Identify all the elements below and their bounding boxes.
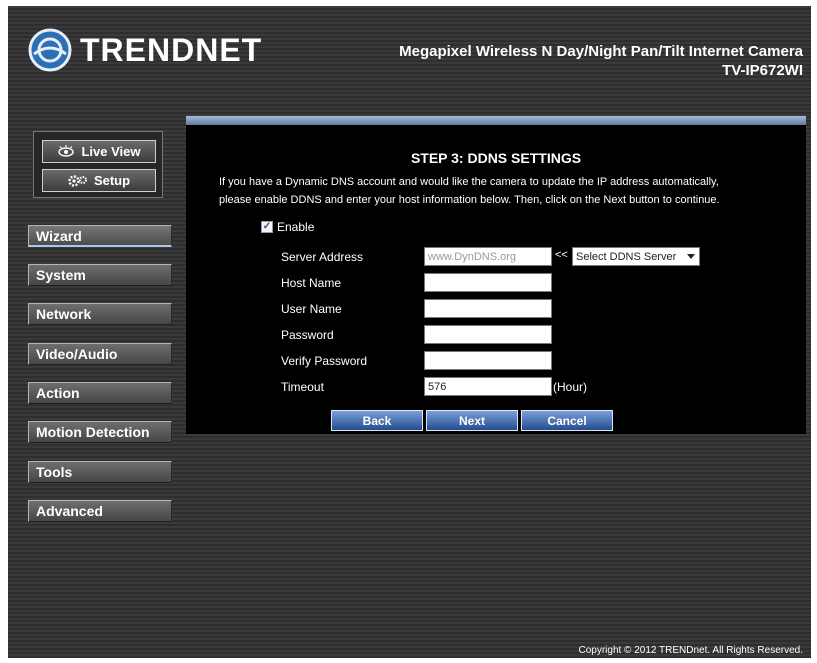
- product-model: TV-IP672WI: [722, 62, 803, 79]
- nav-motion-detection[interactable]: Motion Detection: [28, 421, 172, 443]
- description-line-2: please enable DDNS and enter your host i…: [219, 194, 720, 206]
- timeout-unit: (Hour): [553, 380, 588, 394]
- nav-video-audio[interactable]: Video/Audio: [28, 343, 172, 365]
- gears-icon: [68, 174, 87, 187]
- password-label: Password: [281, 328, 334, 342]
- verify-password-label: Verify Password: [281, 354, 368, 368]
- nav-system[interactable]: System: [28, 264, 172, 286]
- enable-ddns-row: ✓ Enable: [261, 220, 314, 234]
- user-name-input[interactable]: [424, 299, 552, 318]
- trendnet-logo-icon: [28, 28, 72, 72]
- enable-ddns-checkbox[interactable]: ✓: [261, 221, 273, 233]
- live-view-label: Live View: [81, 144, 141, 159]
- setup-label: Setup: [93, 173, 131, 188]
- step-description: If you have a Dynamic DNS account and wo…: [219, 173, 779, 209]
- product-title: Megapixel Wireless N Day/Night Pan/Tilt …: [399, 42, 803, 80]
- ddns-server-selected: Select DDNS Server: [576, 250, 677, 263]
- host-name-input[interactable]: [424, 273, 552, 292]
- description-line-1: If you have a Dynamic DNS account and wo…: [219, 176, 719, 188]
- copy-arrow: <<: [555, 249, 568, 261]
- nav-wizard[interactable]: Wizard: [28, 225, 172, 247]
- header: TRENDNET Megapixel Wireless N Day/Night …: [8, 6, 811, 86]
- wizard-panel: STEP 3: DDNS SETTINGS If you have a Dyna…: [186, 116, 806, 434]
- enable-label: Enable: [277, 220, 315, 234]
- timeout-input[interactable]: 576: [424, 377, 552, 396]
- brand-logo: TRENDNET: [28, 28, 262, 72]
- server-address-input[interactable]: www.DynDNS.org: [424, 247, 552, 266]
- view-switcher: Live View Setup: [33, 131, 163, 198]
- setup-button[interactable]: Setup: [42, 169, 156, 192]
- nav-advanced[interactable]: Advanced: [28, 500, 172, 522]
- eye-icon: [58, 144, 75, 157]
- timeout-label: Timeout: [281, 380, 324, 394]
- verify-password-input[interactable]: [424, 351, 552, 370]
- nav-action[interactable]: Action: [28, 382, 172, 404]
- copyright: Copyright © 2012 TRENDnet. All Rights Re…: [578, 645, 803, 656]
- ddns-server-select[interactable]: Select DDNS Server: [572, 247, 700, 266]
- next-button[interactable]: Next: [426, 410, 518, 431]
- app-frame: TRENDNET Megapixel Wireless N Day/Night …: [8, 6, 811, 658]
- nav-tools[interactable]: Tools: [28, 461, 172, 483]
- cancel-button[interactable]: Cancel: [521, 410, 613, 431]
- chevron-down-icon: [687, 254, 695, 259]
- panel-header-bar: [186, 116, 806, 125]
- step-title: STEP 3: DDNS SETTINGS: [410, 150, 582, 166]
- password-input[interactable]: [424, 325, 552, 344]
- brand-name: TRENDNET: [80, 31, 263, 68]
- product-name: Megapixel Wireless N Day/Night Pan/Tilt …: [399, 43, 803, 60]
- nav-network[interactable]: Network: [28, 303, 172, 325]
- server-address-label: Server Address: [281, 250, 364, 264]
- user-name-label: User Name: [281, 302, 342, 316]
- back-button[interactable]: Back: [331, 410, 423, 431]
- host-name-label: Host Name: [281, 276, 342, 290]
- live-view-button[interactable]: Live View: [42, 140, 156, 163]
